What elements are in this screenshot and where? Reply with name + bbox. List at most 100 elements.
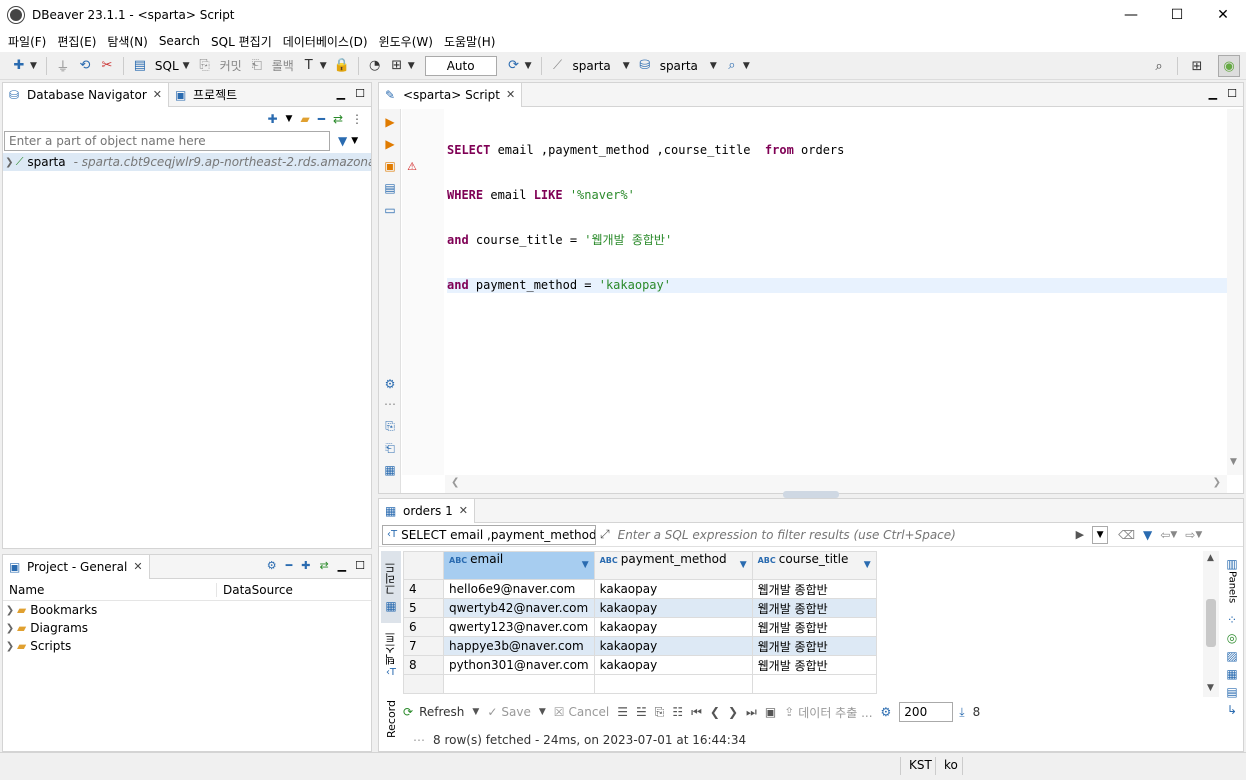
chevron-down-icon[interactable]: ▼ [525,61,532,71]
results-grid[interactable]: ABC email ▼ ABC payment_method ▼ ABC course_t… [403,551,1203,697]
chevron-down-icon[interactable]: ▼ [1195,530,1202,540]
chevron-down-icon[interactable]: ▼ [351,136,358,146]
fetch-size-input[interactable]: 200 [899,702,954,722]
chevron-right-icon[interactable]: ❯ [3,605,17,616]
global-search-icon[interactable]: ⌕ [1148,55,1170,77]
commit-button[interactable]: 커밋 [220,57,242,74]
delete-row-icon[interactable]: ☷ [672,705,683,719]
reconnect-icon[interactable]: ⟲ [74,55,96,77]
scroll-left-icon[interactable]: ❮ [451,477,459,488]
sort-icon[interactable]: ▼ [582,552,589,579]
filter-history-dropdown[interactable]: ▼ [1092,525,1109,544]
navigator-filter-input[interactable] [4,131,330,151]
structure-icon[interactable]: ⊞ [386,55,408,77]
more-icon[interactable]: ⋯ [383,397,397,411]
filter-icon[interactable]: ▼ [1143,528,1152,542]
timezone-indicator[interactable]: KST [909,758,932,772]
menu-sql-editor[interactable]: SQL 편집기 [211,33,272,50]
next-page-icon[interactable]: ❯ [728,705,738,719]
active-schema[interactable]: sparta [660,59,698,73]
transaction-icon[interactable]: T [298,55,320,77]
column-header-email[interactable]: ABC email ▼ [443,551,595,580]
row-number[interactable]: 8 [403,655,444,675]
tree-item-diagrams[interactable]: ❯ ▰ Diagrams [3,619,371,637]
commit-icon[interactable]: ⎘ [194,55,216,77]
apply-filter-icon[interactable]: ▶ [1076,528,1084,541]
chevron-down-icon[interactable]: ▼ [286,114,293,124]
cell-email[interactable]: hello6e9@naver.com [443,579,595,599]
expand-filter-icon[interactable]: ⤢ [600,527,610,542]
connect-icon[interactable]: ⏚ [52,55,74,77]
export-data-button[interactable]: ⇪ 데이터 추출 ... [784,704,872,721]
chevron-down-icon[interactable]: ▼ [408,61,415,71]
search-icon[interactable]: ⌕ [721,55,743,77]
save-button[interactable]: ✓ Save [487,705,531,719]
cell-course-title[interactable]: 웹개발 종합반 [751,636,877,656]
cell-payment-method[interactable]: kakaopay [593,655,753,675]
tab-project-general[interactable]: ▣ Project - General ✕ [3,554,150,579]
cell-email[interactable]: happye3b@naver.com [443,636,595,656]
settings-icon[interactable]: ⚙ [881,705,892,719]
execute-script-icon[interactable]: ▶ [383,137,397,151]
new-connection-icon[interactable]: ✚ [8,55,30,77]
tab-grid-view[interactable]: 그리드 ▦ [381,551,401,623]
cell-course-title[interactable]: 웹개발 종합반 [751,598,877,618]
clear-filter-icon[interactable]: ⌫ [1118,528,1135,542]
tab-orders-1[interactable]: ▦ orders 1 ✕ [379,498,475,523]
scroll-up-icon[interactable]: ▲ [1207,553,1214,563]
tree-item-bookmarks[interactable]: ❯ ▰ Bookmarks [3,601,371,619]
table-row[interactable]: 5 qwertyb42@naver.com kakaopay 웹개발 종합반 [403,598,877,618]
query-text-box[interactable]: ‹T SELECT email ,payment_method ,cu [382,524,596,545]
minimize-icon[interactable]: ▁ [1209,87,1217,100]
locale-indicator[interactable]: ko [944,758,958,772]
code-line[interactable]: SELECT email ,payment_method ,course_tit… [447,143,1227,158]
tab-text-view[interactable]: 텍스트 ‹T [381,623,401,687]
menu-database[interactable]: 데이터베이스(D) [283,33,368,50]
scrollbar-thumb[interactable] [1206,599,1216,647]
explain-plan-icon[interactable]: ▤ [383,181,397,195]
metadata-icon[interactable]: ◎ [1227,631,1237,645]
column-datasource-header[interactable]: DataSource [217,583,293,597]
filter-icon[interactable]: ▼ [338,134,347,148]
settings-icon[interactable]: ⚙ [267,559,277,572]
row-number[interactable]: 4 [403,579,444,599]
maximize-icon[interactable]: ☐ [1227,87,1237,100]
menu-edit[interactable]: 편집(E) [57,33,96,50]
maximize-icon[interactable]: ☐ [355,559,365,572]
refresh-button[interactable]: ⟳ Refresh [403,705,464,719]
cell-course-title[interactable]: 웹개발 종합반 [751,655,877,675]
menu-file[interactable]: 파일(F) [8,33,46,50]
close-button[interactable]: ✕ [1200,0,1246,30]
navigate-icon[interactable]: ↳ [1227,703,1237,717]
panels-toggle[interactable]: Panels [1227,571,1238,603]
chevron-down-icon[interactable]: ▼ [623,61,630,71]
more-icon[interactable]: ⋯ [413,733,425,747]
forward-icon[interactable]: ⇨ [1185,528,1195,542]
chevron-down-icon[interactable]: ▼ [539,707,546,717]
minimize-button[interactable]: — [1108,0,1154,30]
cell-email[interactable]: qwerty123@naver.com [443,617,595,637]
rollback-button[interactable]: 롤백 [272,57,294,74]
row-number[interactable]: 6 [403,617,444,637]
close-icon[interactable]: ✕ [153,88,162,101]
column-header-course-title[interactable]: ABC course_title ▼ [751,551,877,580]
code-line[interactable]: and course_title = '웹개발 종합반' [447,233,1227,248]
cell-email[interactable]: qwertyb42@naver.com [443,598,595,618]
lock-icon[interactable]: 🔒 [331,55,353,77]
open-perspective-icon[interactable]: ⊞ [1186,55,1208,77]
back-icon[interactable]: ⇦ [1160,528,1170,542]
scroll-down-icon[interactable]: ▼ [1230,457,1237,467]
fetch-all-icon[interactable]: ▣ [765,705,776,719]
link-editor-icon[interactable]: ⇄ [333,112,343,126]
rollback-icon[interactable]: ⎗ [246,55,268,77]
results-filter-input[interactable] [613,524,1072,545]
history-icon[interactable]: ⟳ [503,55,525,77]
tab-sparta-script[interactable]: ✎ <sparta> Script ✕ [379,82,523,107]
new-connection-icon[interactable]: ✚ [267,112,277,126]
table-row[interactable]: 6 qwerty123@naver.com kakaopay 웹개발 종합반 [403,617,877,637]
chevron-down-icon[interactable]: ▼ [1170,530,1177,540]
expand-icon[interactable]: ✚ [301,559,310,572]
minimize-icon[interactable]: ▁ [338,559,346,572]
execute-new-tab-icon[interactable]: ▣ [383,159,397,173]
chevron-right-icon[interactable]: ❯ [3,641,17,652]
